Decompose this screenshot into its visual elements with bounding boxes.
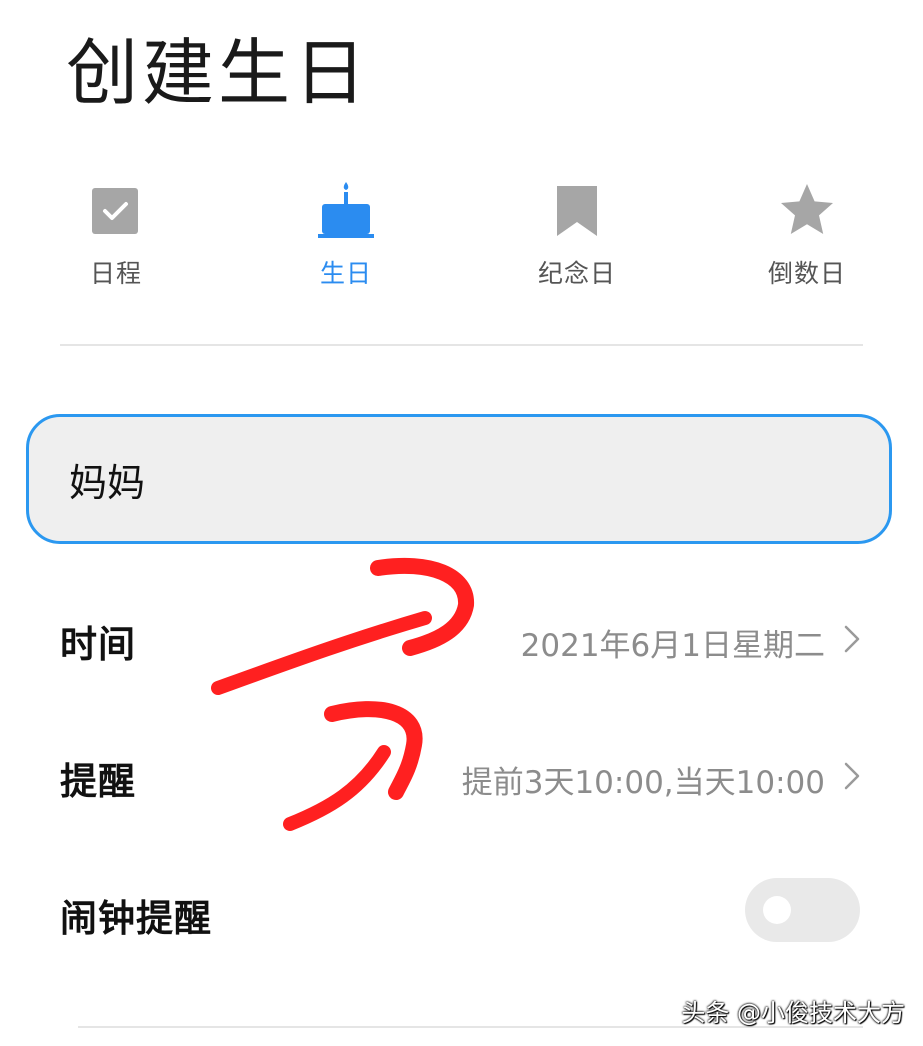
name-input[interactable] [26, 414, 892, 544]
watermark: 头条 @小俊技术大方 [681, 999, 905, 1027]
time-row[interactable]: 时间 2021年6月1日星期二 [60, 598, 863, 678]
alarm-reminder-toggle[interactable] [745, 878, 860, 942]
star-icon [781, 184, 833, 234]
tab-countdown[interactable]: 倒数日 [737, 180, 877, 290]
tab-birthday[interactable]: 生日 [276, 180, 416, 290]
chevron-right-icon [844, 625, 860, 653]
time-row-value: 2021年6月1日星期二 [520, 628, 825, 664]
birthday-cake-icon [318, 182, 374, 238]
alarm-reminder-row: 闹钟提醒 [60, 872, 863, 952]
alarm-reminder-label: 闹钟提醒 [60, 897, 212, 940]
toggle-knob [763, 896, 791, 924]
event-type-tabs: 日程 生日 纪念日 倒数日 [0, 180, 923, 300]
tab-birthday-label: 生日 [319, 259, 372, 288]
time-row-label: 时间 [60, 623, 136, 666]
tab-countdown-label: 倒数日 [767, 259, 846, 288]
tab-anniversary-label: 纪念日 [537, 259, 616, 288]
bookmark-icon [557, 186, 597, 236]
reminder-row[interactable]: 提醒 提前3天10:00,当天10:00 [60, 735, 863, 815]
page-title: 创建生日 [66, 31, 371, 115]
tab-schedule-label: 日程 [89, 259, 142, 288]
reminder-row-value: 提前3天10:00,当天10:00 [461, 765, 825, 801]
header-divider [60, 344, 863, 346]
tab-schedule[interactable]: 日程 [46, 180, 186, 290]
reminder-row-label: 提醒 [60, 760, 136, 803]
chevron-right-icon [844, 762, 860, 790]
tab-anniversary[interactable]: 纪念日 [507, 180, 647, 290]
checkbox-icon [92, 188, 138, 234]
